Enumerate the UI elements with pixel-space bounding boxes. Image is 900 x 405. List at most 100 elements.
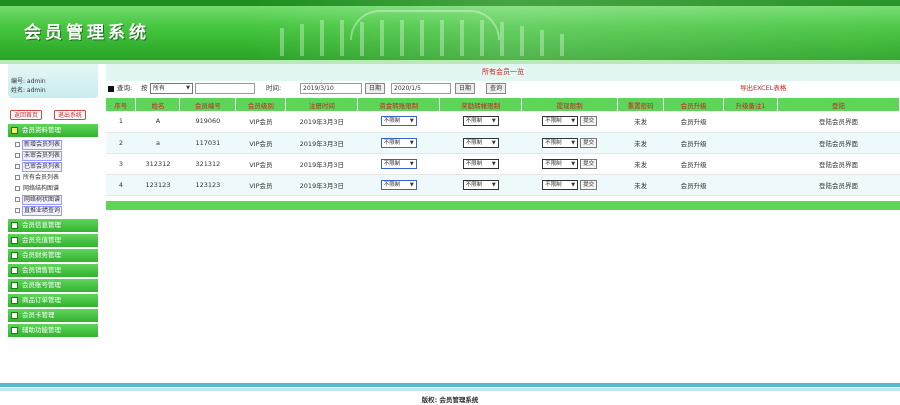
submenu-unreviewed-members[interactable]: 未审会员列表 [8,150,98,161]
main-content: 所有会员一览 查询: 按 所有 ▼ 时间: 2019/3/10 日期 2020/… [106,64,900,214]
menu-product-orders[interactable]: 商品订单管理 [8,294,98,307]
dropdown-arrow-icon: ▼ [491,160,496,167]
submenu-direct-performance[interactable]: 直推业绩查询 [8,205,98,216]
dropdown-arrow-icon: ▼ [491,181,496,188]
transfer-limit-select[interactable]: 不限制 ▼ [380,116,417,127]
cell-level: VIP会员 [235,132,286,154]
dropdown-arrow-icon: ▼ [491,139,496,146]
cell-reward: 不限制 ▼ [439,132,522,154]
transfer-limit-select[interactable]: 不限制 ▼ [380,179,417,190]
header-building-pillars [270,14,630,56]
cell-name: A [135,111,180,133]
cell-no: 1 [106,111,136,133]
sidebar-button-row: 返回首页 退出系统 [8,110,98,122]
submit-button[interactable]: 提交 [580,179,598,190]
menu-auxiliary[interactable]: 辅助功能管理 [8,324,98,337]
select-value: 不限制 [383,181,401,188]
table-footer-bar [106,201,900,210]
withdraw-limit-select[interactable]: 不限制 ▼ [542,116,579,127]
cell-no: 3 [106,153,136,175]
login-link[interactable]: 登陆会员界面 [777,132,900,154]
cell-note [723,111,778,133]
submit-button[interactable]: 提交 [580,158,598,169]
submenu-new-members[interactable]: 新增会员列表 [8,139,98,150]
withdraw-limit-select[interactable]: 不限制 ▼ [542,137,579,148]
upgrade-link[interactable]: 会员升级 [663,153,724,175]
menu-label: 商品订单管理 [22,296,61,304]
menu-member-info[interactable]: 会员信息管理 [8,219,98,232]
select-value: 不限制 [545,139,562,146]
cell-no: 4 [106,174,136,196]
reward-limit-select[interactable]: 不限制 ▼ [462,137,499,148]
by-label: 按 [141,84,148,92]
cell-transfer: 不限制 ▼ [357,153,440,175]
reset-password-link[interactable]: 未发 [617,153,664,175]
menu-member-profile[interactable]: 会员资料管理 [8,124,98,137]
upgrade-link[interactable]: 会员升级 [663,111,724,133]
export-excel-link[interactable]: 导出EXCEL表格 [740,83,786,94]
cell-level: VIP会员 [235,111,286,133]
date-to-picker-button[interactable]: 日期 [455,83,476,94]
date-from-picker-button[interactable]: 日期 [365,83,386,94]
submenu-label: 网络结构图谱 [23,185,60,192]
bullet-icon [108,86,114,92]
submenu-all-members[interactable]: 所有会员列表 [8,172,98,183]
submit-button[interactable]: 提交 [580,137,598,148]
submit-button[interactable]: 提交 [580,116,598,127]
table-row: 4 123123 123123 VIP会员 2019年3月3日 不限制 ▼ 不限制… [106,174,900,196]
reset-password-link[interactable]: 未发 [617,111,664,133]
upgrade-link[interactable]: 会员升级 [663,174,724,196]
cell-member-id: 117031 [179,132,236,154]
folder-icon [11,297,18,304]
login-link[interactable]: 登陆会员界面 [777,111,900,133]
dropdown-arrow-icon: ▼ [491,118,496,125]
home-button[interactable]: 返回首页 [10,110,43,120]
menu-member-accounts[interactable]: 会员账号管理 [8,279,98,292]
cell-reward: 不限制 ▼ [439,174,522,196]
submenu-network-structure[interactable]: 网络结构图谱 [8,183,98,194]
cell-withdraw: 不限制 ▼ 提交 [521,111,618,133]
filter-select-value: 所有 [153,85,166,92]
dropdown-arrow-icon: ▼ [186,85,190,91]
cell-date: 2019年3月3日 [285,132,358,154]
select-value: 不限制 [383,118,401,125]
date-to-input[interactable]: 2020/1/5 [391,83,451,94]
cell-level: VIP会员 [235,153,286,175]
select-value: 不限制 [465,160,483,167]
transfer-limit-select[interactable]: 不限制 ▼ [380,137,417,148]
exit-button[interactable]: 退出系统 [54,110,87,120]
reward-limit-select[interactable]: 不限制 ▼ [462,116,499,127]
menu-member-finance[interactable]: 会员财务管理 [8,249,98,262]
dropdown-arrow-icon: ▼ [409,181,414,188]
login-link[interactable]: 登陆会员界面 [777,153,900,175]
submenu-label: 直推业绩查询 [22,206,63,216]
filter-field-select[interactable]: 所有 ▼ [150,83,193,94]
cell-no: 2 [106,132,136,154]
submenu-label: 已审会员列表 [22,162,63,172]
reset-password-link[interactable]: 未发 [617,132,664,154]
login-link[interactable]: 登陆会员界面 [777,174,900,196]
checkbox-icon [15,153,20,158]
checkbox-icon [15,197,20,202]
search-input[interactable] [195,83,255,94]
dropdown-arrow-icon: ▼ [571,139,576,146]
date-from-input[interactable]: 2019/3/10 [300,83,362,94]
submenu-network-tree[interactable]: 网络树状图谱 [8,194,98,205]
query-button[interactable]: 查询 [486,83,507,94]
menu-member-card[interactable]: 会员卡管理 [8,309,98,322]
reward-limit-select[interactable]: 不限制 ▼ [462,158,499,169]
menu-member-sales[interactable]: 会员销售管理 [8,264,98,277]
reset-password-link[interactable]: 未发 [617,174,664,196]
menu-member-recharge[interactable]: 会员充值管理 [8,234,98,247]
time-label: 时间: [266,84,282,92]
folder-open-icon [11,127,18,134]
upgrade-link[interactable]: 会员升级 [663,132,724,154]
reward-limit-select[interactable]: 不限制 ▼ [462,179,499,190]
cell-date: 2019年3月3日 [285,174,358,196]
withdraw-limit-select[interactable]: 不限制 ▼ [542,158,579,169]
withdraw-limit-select[interactable]: 不限制 ▼ [542,179,579,190]
submenu-reviewed-members[interactable]: 已审会员列表 [8,161,98,172]
transfer-limit-select[interactable]: 不限制 ▼ [380,158,417,169]
query-label: 查询: [117,84,133,92]
col-header: 提现限制 [521,98,619,111]
